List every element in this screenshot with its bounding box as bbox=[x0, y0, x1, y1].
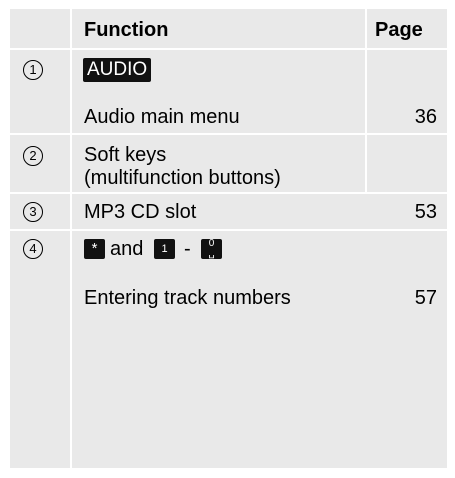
row-divider-2 bbox=[10, 192, 447, 194]
row-divider-1 bbox=[10, 133, 447, 135]
audio-key-icon: AUDIO bbox=[83, 58, 152, 82]
row-1-description: Audio main menu bbox=[84, 106, 240, 128]
row-number-3: 3 bbox=[23, 202, 43, 222]
function-table: Function Page 1 AUDIO Audio main menu 36… bbox=[10, 9, 447, 468]
row-3-description: MP3 CD slot bbox=[84, 201, 197, 223]
dash-text: - bbox=[184, 238, 191, 260]
header-function: Function bbox=[84, 19, 169, 41]
row-3-page: 53 bbox=[414, 201, 437, 223]
row-4-page: 57 bbox=[414, 287, 437, 309]
and-text: and bbox=[110, 238, 144, 260]
row-number-1: 1 bbox=[23, 60, 43, 80]
header-page: Page bbox=[375, 19, 423, 41]
row-1-page: 36 bbox=[414, 106, 437, 128]
row-2-description-line2: (multifunction buttons) bbox=[84, 167, 281, 189]
zero-key-space: ␣ bbox=[208, 248, 215, 259]
row-4-description: Entering track numbers bbox=[84, 287, 291, 309]
row-2-description-line1: Soft keys bbox=[84, 144, 167, 166]
row-number-4: 4 bbox=[23, 239, 43, 259]
header-divider bbox=[10, 48, 447, 50]
row-number-2: 2 bbox=[23, 146, 43, 166]
column-divider-2 bbox=[365, 9, 367, 194]
star-key-icon: * bbox=[84, 239, 105, 259]
row-divider-3 bbox=[10, 229, 447, 231]
column-divider-1 bbox=[70, 9, 72, 468]
zero-key-icon: 0 ␣ bbox=[201, 239, 222, 259]
one-key-icon: 1 bbox=[154, 239, 175, 259]
